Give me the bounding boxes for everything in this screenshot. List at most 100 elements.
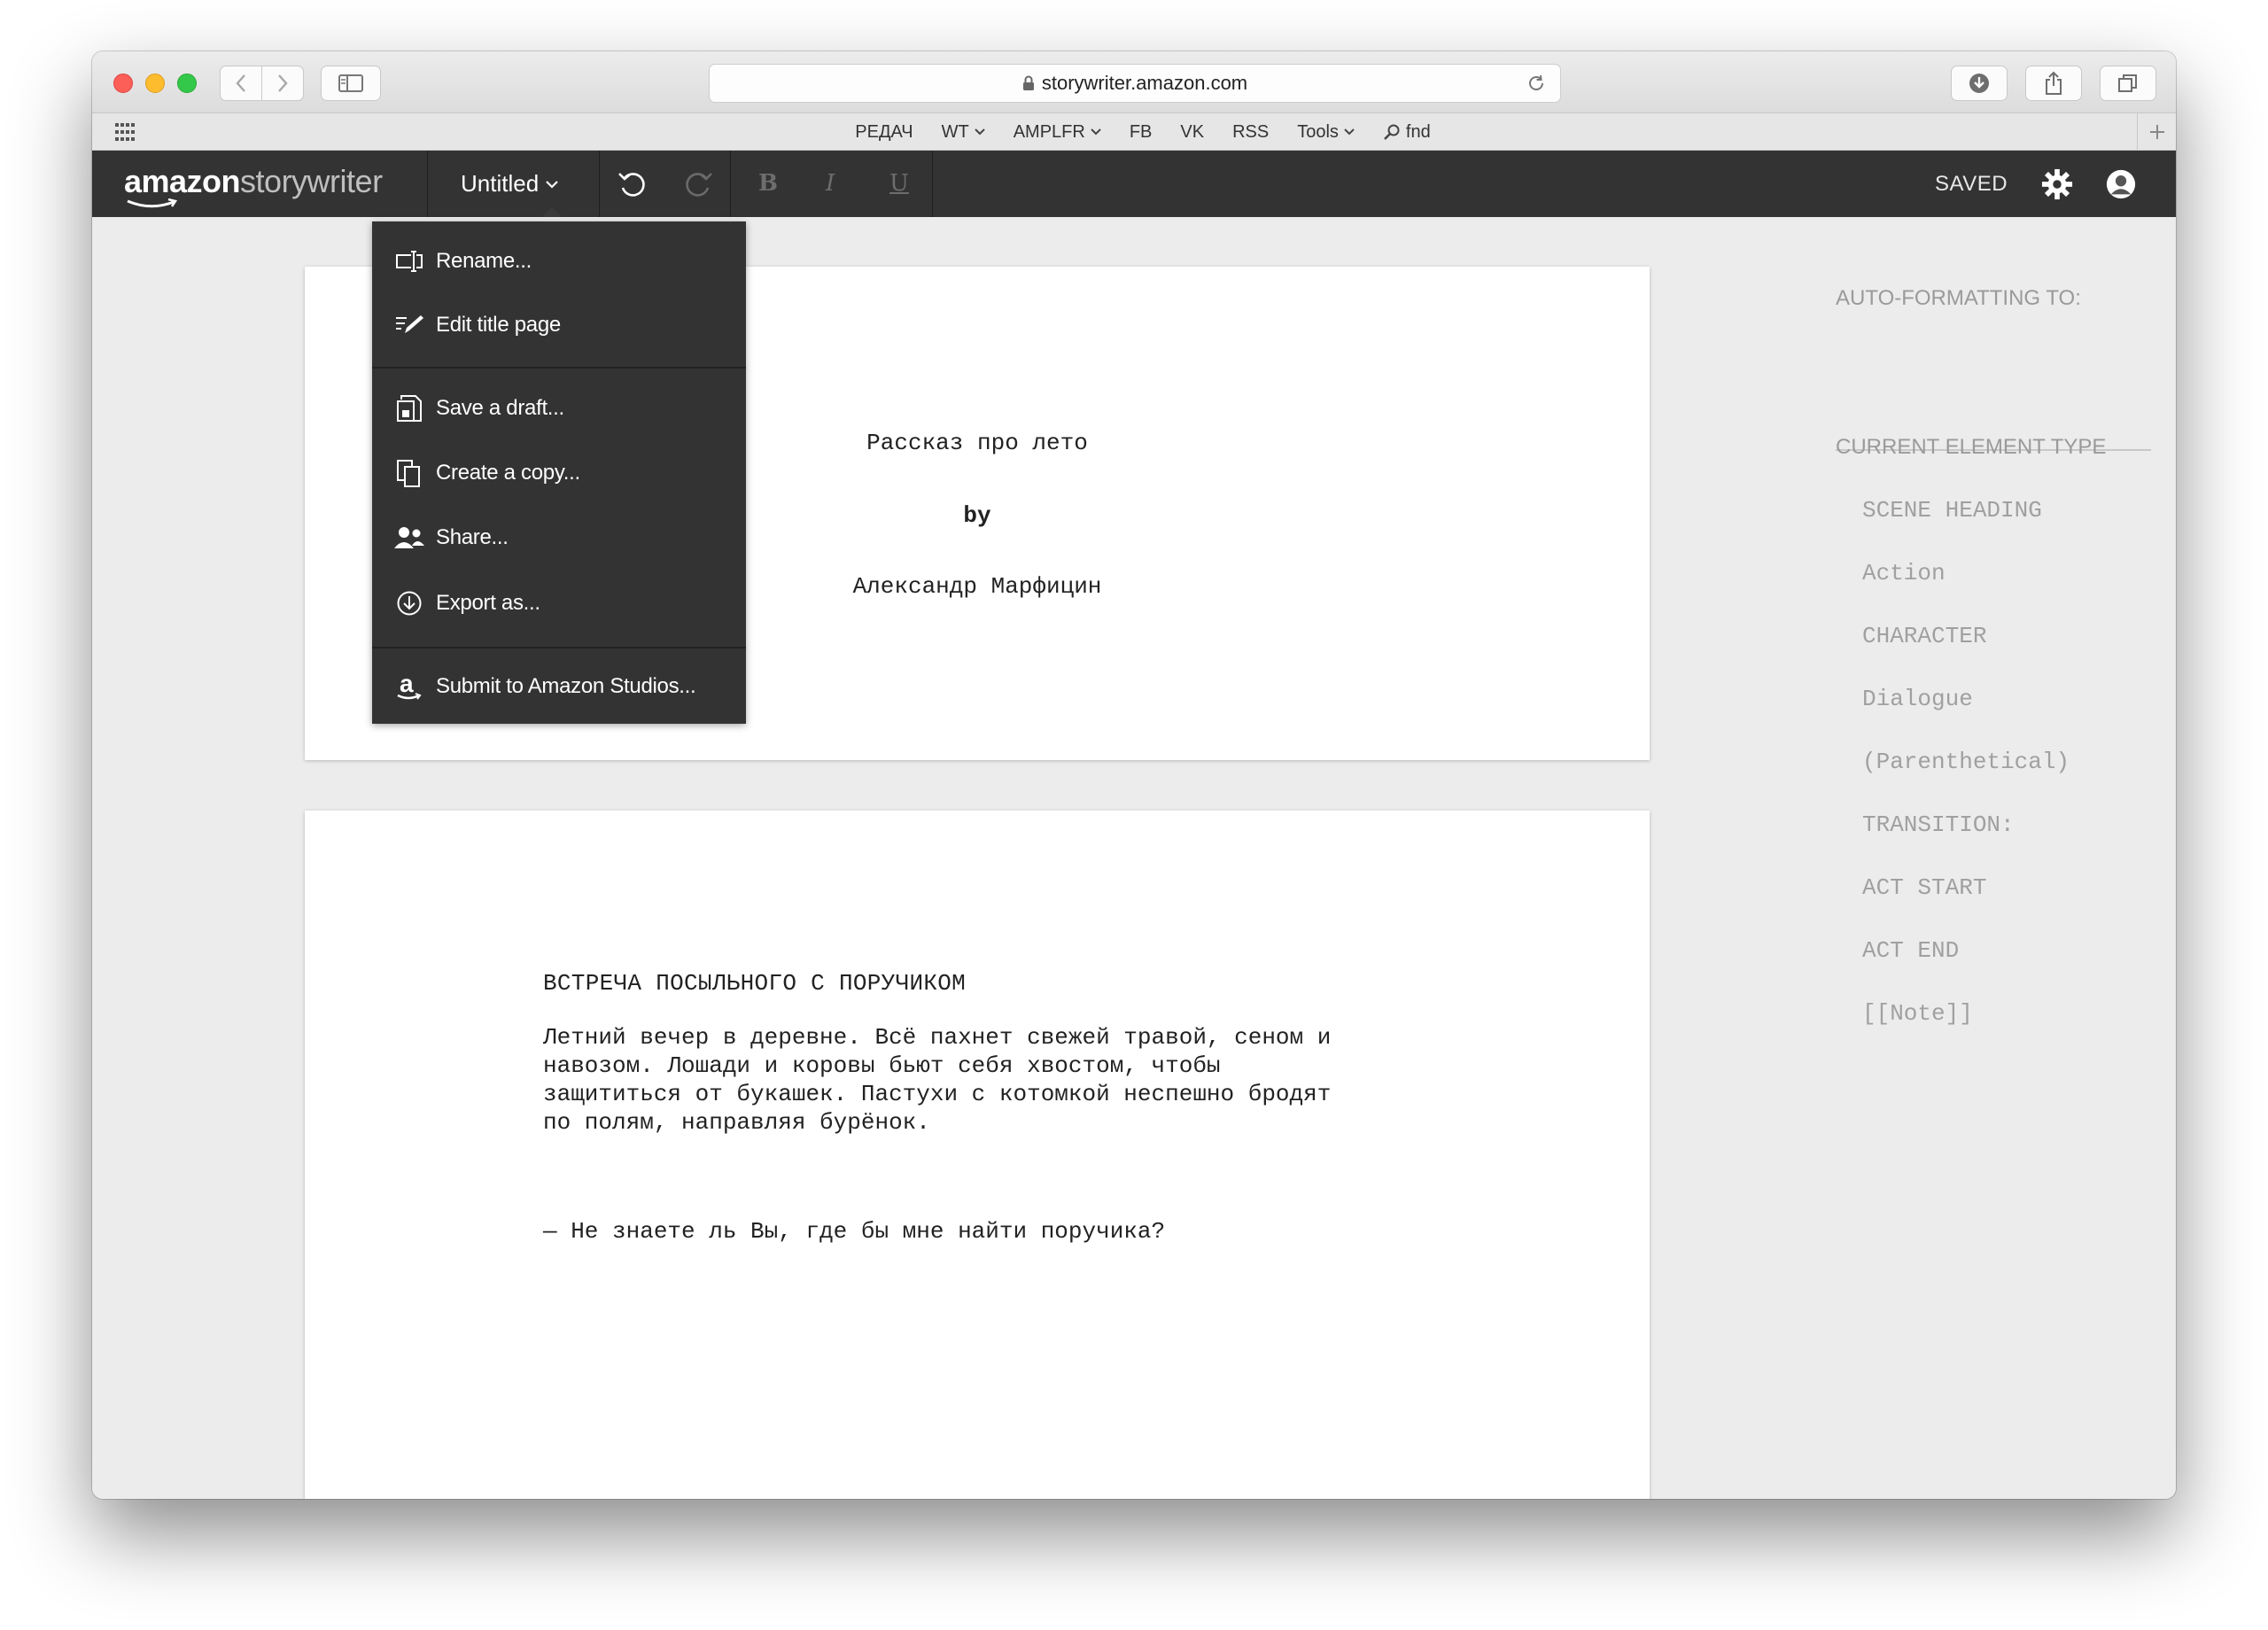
menu-divider — [372, 647, 746, 648]
address-bar[interactable]: storywriter.amazon.com — [709, 64, 1561, 103]
svg-text:a: a — [400, 671, 414, 697]
bookmark-fnd[interactable]: fnd — [1383, 122, 1431, 143]
bookmark-tools-label: Tools — [1297, 121, 1339, 142]
element-type-note[interactable]: [[Note]] — [1862, 1000, 1973, 1027]
document-menu: Rename... Edit title page Save a draft..… — [372, 221, 746, 724]
bookmark-wt-label: WT — [941, 121, 969, 142]
app-toolbar: amazon storywriter Untitled B I U SAVED — [92, 151, 2176, 217]
downloads-button[interactable] — [1951, 66, 2008, 101]
element-type-act-start[interactable]: ACT START — [1862, 874, 1986, 901]
menu-item-label: Save a draft... — [436, 396, 564, 420]
chevron-down-icon — [546, 180, 558, 189]
chevron-down-icon — [974, 128, 985, 136]
chevron-right-icon — [278, 74, 288, 92]
tabs-icon — [2118, 74, 2137, 92]
menu-item-export[interactable]: Export as... — [372, 576, 746, 631]
underline-button[interactable]: U — [889, 170, 909, 197]
toolbar-divider — [932, 151, 933, 217]
close-window-button[interactable] — [113, 74, 133, 93]
action-text[interactable]: Летний вечер в деревне. Всё пахнет свеже… — [543, 1023, 1464, 1137]
bookmark-tools[interactable]: Tools — [1297, 122, 1355, 143]
download-icon — [1969, 74, 1989, 93]
user-avatar-icon — [2106, 169, 2136, 199]
redo-icon — [686, 173, 712, 197]
bookmark-redach[interactable]: РЕДАЧ — [855, 122, 913, 143]
menu-item-share[interactable]: Share... — [372, 510, 746, 565]
bold-button[interactable]: B — [758, 170, 778, 197]
zoom-window-button[interactable] — [177, 74, 197, 93]
url-text: storywriter.amazon.com — [1041, 72, 1248, 94]
minimize-window-button[interactable] — [145, 74, 165, 93]
show-tabs-button[interactable] — [2100, 66, 2156, 101]
document-title: Untitled — [461, 170, 540, 197]
back-button[interactable] — [220, 66, 262, 101]
account-button[interactable] — [2105, 168, 2137, 200]
dialogue-text[interactable]: — Не знаете ль Вы, где бы мне найти пору… — [543, 1218, 1165, 1245]
forward-button[interactable] — [261, 66, 304, 101]
lock-icon — [1022, 75, 1034, 90]
element-type-character[interactable]: CHARACTER — [1862, 623, 1986, 649]
redo-button[interactable] — [682, 168, 714, 200]
bookmark-fb[interactable]: FB — [1130, 122, 1153, 143]
amazon-smile-icon — [127, 198, 178, 208]
element-type-act-end[interactable]: ACT END — [1862, 937, 1959, 964]
element-type-scene-heading[interactable]: SCENE HEADING — [1862, 497, 2042, 524]
chevron-down-icon — [1091, 128, 1101, 136]
bookmark-amplfr[interactable]: AMPLFR — [1014, 122, 1101, 143]
people-icon — [392, 520, 427, 555]
element-type-transition[interactable]: TRANSITION: — [1862, 811, 2015, 838]
element-type-dialogue[interactable]: Dialogue — [1862, 686, 1973, 712]
menu-pointer — [542, 207, 562, 217]
menu-item-label: Edit title page — [436, 313, 561, 337]
reload-icon[interactable] — [1526, 74, 1546, 93]
gear-icon — [2041, 168, 2073, 200]
menu-item-save-draft[interactable]: Save a draft... — [372, 381, 746, 436]
auto-formatting-label: AUTO-FORMATTING TO: — [1836, 286, 2081, 310]
menu-item-edit-title-page[interactable]: Edit title page — [372, 298, 746, 353]
bookmark-rss[interactable]: RSS — [1232, 122, 1269, 143]
toolbar-divider — [730, 151, 731, 217]
menu-item-rename[interactable]: Rename... — [372, 234, 746, 289]
menu-item-label: Submit to Amazon Studios... — [436, 674, 696, 698]
scene-heading[interactable]: ВСТРЕЧА ПОСЫЛЬНОГО С ПОРУЧИКОМ — [543, 970, 966, 997]
share-button[interactable] — [2025, 66, 2082, 101]
amazon-logo-icon: a — [392, 669, 427, 704]
current-element-label-text: CURRENT ELEMENT TYPE — [1836, 435, 2107, 459]
sidebar-toggle-button[interactable] — [321, 66, 381, 101]
sidebar-icon — [338, 74, 363, 92]
bookmark-vk[interactable]: VK — [1180, 122, 1204, 143]
menu-item-submit-amazon-studios[interactable]: a Submit to Amazon Studios... — [372, 659, 746, 714]
menu-item-label: Export as... — [436, 591, 540, 615]
current-element-label: CURRENT ELEMENT TYPE — [1836, 435, 2106, 460]
settings-button[interactable] — [2041, 168, 2073, 200]
bookmark-amplfr-label: AMPLFR — [1013, 121, 1085, 142]
menu-item-label: Share... — [436, 525, 509, 549]
menu-divider — [372, 367, 746, 369]
save-draft-icon — [392, 391, 427, 426]
toolbar-divider — [599, 151, 600, 217]
bookmark-wt[interactable]: WT — [942, 122, 985, 143]
script-page[interactable]: ВСТРЕЧА ПОСЫЛЬНОГО С ПОРУЧИКОМ Летний ве… — [305, 811, 1650, 1499]
bookmarks-list: РЕДАЧ WT AMPLFR FB VK RSS Tools fnd — [92, 113, 2176, 151]
menu-item-create-copy[interactable]: Create a copy... — [372, 446, 746, 501]
edit-title-icon — [392, 307, 427, 343]
export-download-icon — [392, 586, 427, 621]
amazon-storywriter-logo[interactable]: amazon storywriter — [124, 163, 383, 208]
logo-amazon-text: amazon — [124, 163, 241, 199]
menu-item-label: Create a copy... — [436, 461, 580, 485]
plus-icon — [2149, 125, 2164, 139]
magnifier-icon — [1383, 124, 1400, 140]
new-tab-button[interactable] — [2137, 113, 2176, 151]
element-type-action[interactable]: Action — [1862, 560, 1946, 586]
undo-button[interactable] — [617, 168, 649, 200]
logo-storywriter-text: storywriter — [240, 163, 383, 199]
bookmark-fnd-label: fnd — [1405, 121, 1431, 142]
browser-window: storywriter.amazon.com РЕДАЧ WT AMPLFR F… — [92, 51, 2176, 1499]
rename-icon — [392, 244, 427, 279]
copy-icon — [392, 455, 427, 491]
chevron-down-icon — [1344, 128, 1355, 136]
toolbar-divider — [427, 151, 428, 217]
italic-button[interactable]: I — [826, 170, 835, 197]
element-type-parenthetical[interactable]: (Parenthetical) — [1862, 749, 2070, 775]
save-status: SAVED — [1935, 171, 2008, 196]
